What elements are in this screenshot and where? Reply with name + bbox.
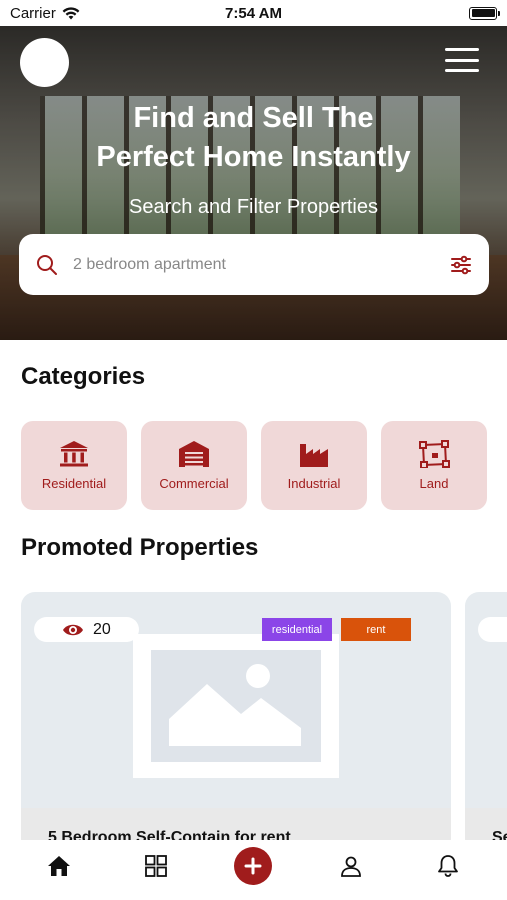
hero-title-line2: Perfect Home Instantly bbox=[96, 141, 411, 173]
categories-heading: Categories bbox=[21, 363, 146, 390]
eye-icon bbox=[63, 624, 83, 635]
category-commercial[interactable]: Commercial bbox=[141, 421, 247, 510]
property-purpose-tag: rent bbox=[341, 618, 411, 641]
wifi-icon bbox=[62, 6, 80, 19]
grid-icon bbox=[145, 855, 167, 877]
nav-add[interactable] bbox=[233, 846, 273, 886]
search-input[interactable] bbox=[73, 255, 449, 274]
views-badge: 20 bbox=[34, 617, 139, 642]
nav-categories[interactable] bbox=[136, 846, 176, 886]
category-label: Industrial bbox=[287, 476, 341, 491]
image-placeholder-icon bbox=[133, 634, 339, 778]
property-card[interactable]: 20 residential rent 5 Bedroom Self-Conta… bbox=[21, 592, 451, 852]
status-left: Carrier bbox=[10, 5, 80, 22]
category-industrial[interactable]: Industrial bbox=[261, 421, 367, 510]
property-type-tag: residential bbox=[262, 618, 332, 641]
add-icon bbox=[244, 857, 262, 875]
category-label: Commercial bbox=[159, 476, 229, 491]
category-residential[interactable]: Residential bbox=[21, 421, 127, 510]
hero-subtitle: Search and Filter Properties bbox=[128, 196, 378, 218]
carrier-label: Carrier bbox=[10, 4, 56, 22]
home-icon bbox=[47, 856, 70, 876]
bottom-navigation bbox=[0, 840, 507, 900]
categories-list: Residential Commercial Industrial Land bbox=[21, 421, 487, 510]
nav-profile[interactable] bbox=[331, 846, 371, 886]
status-bar: Carrier 7:54 AM bbox=[0, 0, 507, 26]
bank-icon bbox=[60, 441, 88, 467]
hero-title-line1: Find and Sell The bbox=[133, 102, 374, 134]
hero-title: Find and Sell The Perfect Home Instantly bbox=[0, 99, 507, 177]
avatar[interactable] bbox=[20, 38, 69, 87]
add-button[interactable] bbox=[234, 847, 273, 885]
hamburger-icon bbox=[445, 48, 479, 51]
search-bar bbox=[19, 234, 489, 295]
battery-icon bbox=[469, 6, 500, 20]
nav-notifications[interactable] bbox=[428, 846, 468, 886]
factory-icon bbox=[300, 444, 328, 467]
category-label: Residential bbox=[41, 476, 107, 491]
category-land[interactable]: Land bbox=[381, 421, 487, 510]
status-time: 7:54 AM bbox=[225, 4, 282, 22]
nav-home[interactable] bbox=[39, 846, 79, 886]
promoted-properties-heading: Promoted Properties bbox=[21, 534, 259, 561]
property-card-next[interactable]: Se bbox=[465, 592, 507, 852]
bell-icon bbox=[438, 855, 459, 877]
profile-icon bbox=[340, 856, 361, 877]
views-badge bbox=[478, 617, 507, 642]
search-icon[interactable] bbox=[35, 253, 59, 277]
category-label: Land bbox=[419, 476, 449, 491]
filter-sliders-icon[interactable] bbox=[449, 253, 473, 277]
land-plot-icon bbox=[419, 440, 450, 468]
warehouse-icon bbox=[179, 441, 209, 467]
views-count: 20 bbox=[93, 620, 111, 638]
menu-button[interactable] bbox=[445, 48, 479, 72]
